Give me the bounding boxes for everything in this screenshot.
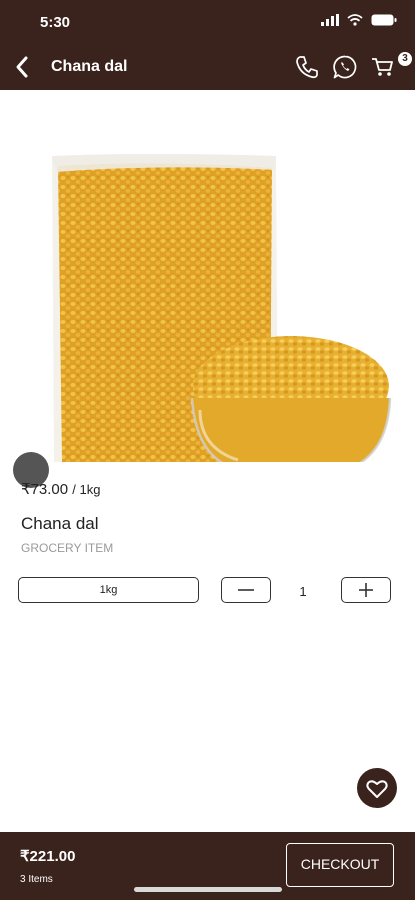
product-category: GROCERY ITEM: [21, 541, 114, 555]
price-value: ₹73.00: [21, 481, 69, 498]
decrease-quantity-button[interactable]: [221, 577, 271, 603]
favorite-button[interactable]: [357, 768, 397, 808]
checkout-button[interactable]: CHECKOUT: [286, 843, 394, 887]
variant-select[interactable]: 1kg: [18, 577, 199, 603]
plus-icon: [359, 583, 373, 597]
page-title: Chana dal: [51, 58, 128, 75]
whatsapp-icon[interactable]: [332, 54, 358, 80]
status-icons: [321, 14, 397, 26]
top-app-bar: 5:30 Chana dal 3: [0, 0, 415, 90]
wifi-icon: [347, 14, 363, 26]
quantity-value: 1: [299, 584, 307, 599]
price-unit: / 1kg: [72, 482, 101, 497]
checkout-bar: ₹221.00 3 Items CHECKOUT: [0, 832, 415, 900]
product-name: Chana dal: [21, 514, 99, 533]
cart-total: ₹221.00: [20, 848, 76, 865]
product-image: [0, 130, 415, 462]
battery-icon: [371, 14, 397, 26]
phone-icon[interactable]: [294, 54, 320, 80]
home-indicator: [134, 887, 282, 892]
cart-items-count: 3 Items: [20, 874, 53, 885]
product-price: ₹73.00 / 1kg: [21, 480, 100, 498]
cart-badge: 3: [398, 52, 412, 66]
cart-icon[interactable]: [370, 54, 396, 80]
increase-quantity-button[interactable]: [341, 577, 391, 603]
minus-icon: [238, 589, 254, 591]
heart-icon: [366, 780, 388, 798]
chana-dal-image: [52, 154, 392, 462]
status-time: 5:30: [40, 14, 71, 31]
back-button[interactable]: [8, 52, 38, 82]
signal-icon: [321, 14, 339, 26]
